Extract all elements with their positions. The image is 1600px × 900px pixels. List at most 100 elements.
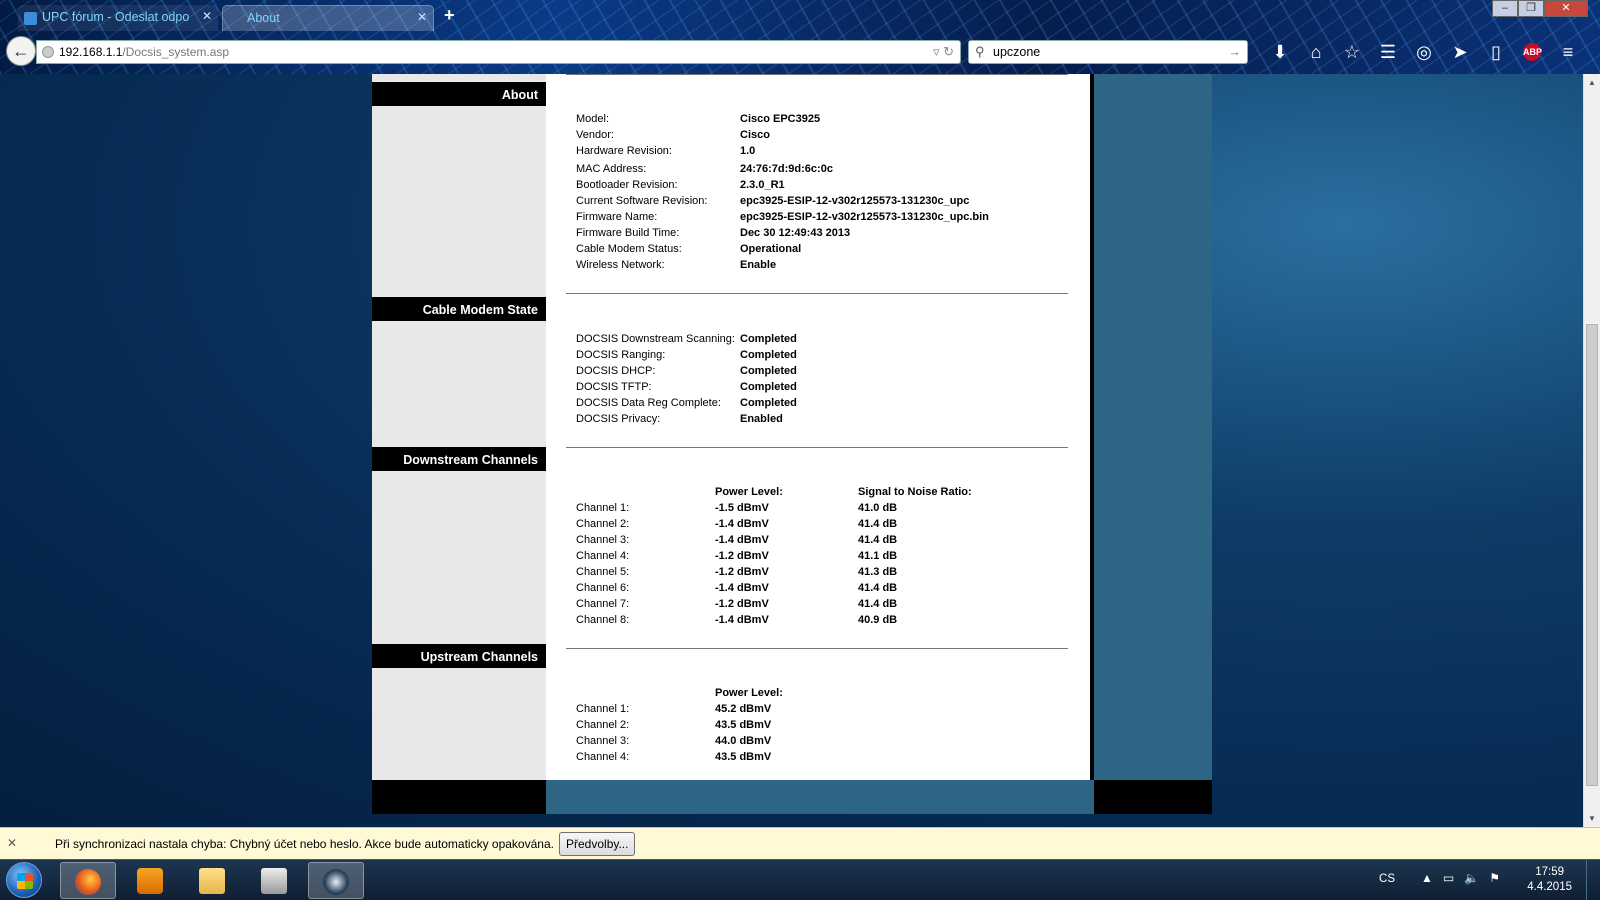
state-label: DOCSIS Downstream Scanning: (576, 333, 735, 345)
downstream-snr-value: 40.9 dB (858, 614, 898, 626)
downstream-power-header: Power Level: (715, 486, 783, 498)
state-value: Completed (740, 397, 797, 409)
state-value: Completed (740, 381, 797, 393)
state-value: Completed (740, 349, 797, 361)
downstream-power-value: -1.4 dBmV (715, 534, 769, 546)
sync-icon[interactable]: ◎ (1406, 38, 1442, 66)
close-notification-icon[interactable]: ✕ (7, 836, 17, 850)
media-player-icon (137, 868, 163, 895)
action-center-icon[interactable]: ⚑ (1489, 871, 1500, 885)
scroll-down-icon[interactable]: ▼ (1588, 814, 1596, 823)
upstream-channel-label: Channel 3: (576, 735, 630, 747)
router-page-frame: About Cable Modem State Downstream Chann… (372, 74, 1212, 814)
clock[interactable]: 17:59 4.4.2015 (1527, 865, 1572, 895)
about-value: Cisco EPC3925 (740, 113, 821, 125)
url-path: /Docsis_system.asp (122, 45, 230, 59)
page-viewport: About Cable Modem State Downstream Chann… (0, 74, 1583, 827)
downstream-channel-label: Channel 7: (576, 598, 630, 610)
url-bar[interactable]: 192.168.1.1/Docsis_system.asp ▿ ↻ (36, 40, 961, 64)
downstream-power-value: -1.2 dBmV (715, 566, 769, 578)
downstream-snr-value: 41.4 dB (858, 518, 898, 530)
minimize-icon[interactable]: – (1492, 0, 1518, 17)
about-label: Bootloader Revision: (576, 179, 678, 191)
state-label: DOCSIS TFTP: (576, 381, 652, 393)
downstream-channel-label: Channel 4: (576, 550, 630, 562)
vertical-scrollbar[interactable]: ▲ ▼ (1583, 74, 1600, 827)
reload-icon[interactable]: ↻ (943, 44, 954, 59)
tab-label: About (247, 11, 280, 25)
downstream-power-value: -1.4 dBmV (715, 518, 769, 530)
language-indicator[interactable]: CS (1379, 873, 1395, 885)
about-label: Cable Modem Status: (576, 243, 682, 255)
bookmarks-list-icon[interactable]: ☰ (1370, 38, 1406, 66)
about-value: 1.0 (740, 145, 756, 157)
downstream-power-value: -1.2 dBmV (715, 598, 769, 610)
about-label: Model: (576, 113, 610, 125)
state-value: Enabled (740, 413, 783, 425)
divider (566, 293, 1068, 294)
about-value: Enable (740, 259, 777, 271)
send-icon[interactable]: ➤ (1442, 38, 1478, 66)
network-icon[interactable]: ▭ (1443, 871, 1454, 885)
maximize-icon[interactable]: ❐ (1518, 0, 1544, 17)
home-icon[interactable]: ⌂ (1298, 38, 1334, 66)
state-value: Completed (740, 333, 797, 345)
about-value: Operational (740, 243, 802, 255)
downstream-channel-label: Channel 6: (576, 582, 630, 594)
downstream-power-value: -1.4 dBmV (715, 614, 769, 626)
downstream-channel-label: Channel 3: (576, 534, 630, 546)
scrollbar-thumb[interactable] (1586, 324, 1598, 786)
taskbar-media-player-classic[interactable] (246, 862, 302, 899)
reader-icon[interactable]: ▯ (1478, 38, 1514, 66)
downstream-snr-value: 41.4 dB (858, 598, 898, 610)
taskbar-firefox[interactable] (60, 862, 116, 899)
taskbar-media-player[interactable] (122, 862, 178, 899)
tab-about[interactable]: About ✕ (222, 5, 434, 31)
preferences-button[interactable]: Předvolby... (559, 832, 636, 856)
tab-upc-forum[interactable]: UPC fórum - Odeslat odpo ✕ (18, 5, 218, 31)
sidebar: About Cable Modem State Downstream Chann… (372, 74, 546, 780)
downstream-snr-value: 41.4 dB (858, 582, 898, 594)
menu-icon[interactable]: ≡ (1550, 38, 1586, 66)
about-label: Hardware Revision: (576, 145, 672, 157)
upstream-power-value: 43.5 dBmV (715, 751, 772, 763)
upstream-channel-label: Channel 4: (576, 751, 630, 763)
star-icon[interactable]: ☆ (1334, 38, 1370, 66)
downstream-channel-label: Channel 2: (576, 518, 630, 530)
adblock-icon[interactable]: ABP (1514, 38, 1550, 66)
state-label: DOCSIS Ranging: (576, 349, 666, 361)
search-icon: ⚲ (975, 44, 985, 59)
volume-icon[interactable]: 🔈 (1464, 871, 1479, 885)
start-button[interactable] (6, 862, 42, 898)
upstream-power-value: 45.2 dBmV (715, 703, 772, 715)
about-value: 24:76:7d:9d:6c:0c (740, 163, 833, 175)
about-label: Firmware Build Time: (576, 227, 680, 239)
about-value: epc3925-ESIP-12-v302r125573-131230c_upc.… (740, 211, 989, 223)
state-label: DOCSIS DHCP: (576, 365, 656, 377)
search-input[interactable]: ⚲ upczone → (968, 40, 1248, 64)
downstream-snr-value: 41.1 dB (858, 550, 898, 562)
taskbar-steam[interactable] (308, 862, 364, 899)
upc-favicon-icon (24, 12, 37, 25)
search-go-icon[interactable]: → (1229, 41, 1242, 63)
taskbar-file-explorer[interactable] (184, 862, 240, 899)
back-button[interactable]: ← (6, 36, 36, 66)
close-tab-icon[interactable]: ✕ (202, 9, 212, 23)
downstream-snr-value: 41.0 dB (858, 502, 898, 514)
show-hidden-icons-icon[interactable]: ▲ (1421, 871, 1433, 885)
close-window-icon[interactable]: ✕ (1544, 0, 1588, 17)
upstream-channel-label: Channel 1: (576, 703, 630, 715)
new-tab-button[interactable]: + (444, 5, 455, 26)
section-header-downstream: Downstream Channels (372, 447, 546, 471)
clapperboard-icon (261, 868, 287, 895)
upstream-channel-label: Channel 2: (576, 719, 630, 731)
scroll-up-icon[interactable]: ▲ (1588, 78, 1596, 87)
folder-icon (199, 868, 225, 895)
downstream-power-value: -1.4 dBmV (715, 582, 769, 594)
close-tab-icon[interactable]: ✕ (417, 10, 427, 24)
about-label: Current Software Revision: (576, 195, 708, 207)
download-icon[interactable]: ⬇ (1262, 38, 1298, 66)
downstream-channel-label: Channel 8: (576, 614, 630, 626)
show-desktop-button[interactable] (1586, 860, 1600, 900)
dropdown-icon[interactable]: ▿ (933, 44, 940, 59)
